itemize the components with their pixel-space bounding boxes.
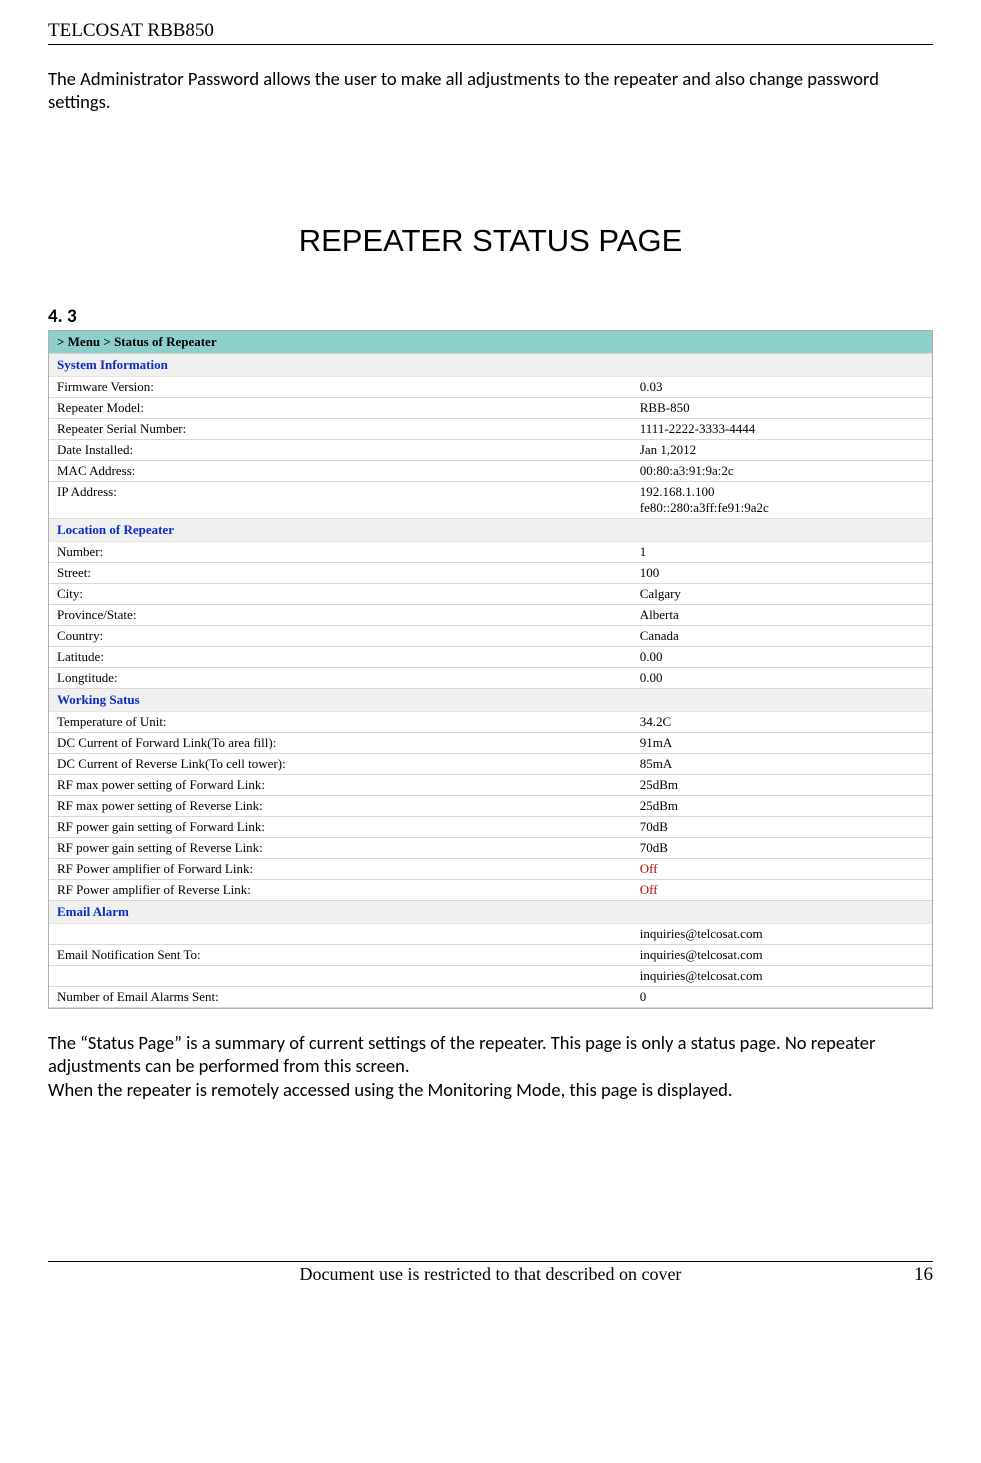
- body-p1: The “Status Page” is a summary of curren…: [48, 1031, 933, 1077]
- row-label: RF power gain setting of Reverse Link:: [49, 838, 632, 859]
- row-value: 1111-2222-3333-4444: [632, 419, 932, 440]
- row-value: 0.03: [632, 377, 932, 398]
- row-label: RF Power amplifier of Forward Link:: [49, 859, 632, 880]
- row-label: Latitude:: [49, 647, 632, 668]
- table-row: Latitude:0.00: [49, 647, 932, 668]
- row-value: 0: [632, 987, 932, 1008]
- table-row: Number of Email Alarms Sent:0: [49, 987, 932, 1008]
- row-value: 0.00: [632, 647, 932, 668]
- row-label: RF power gain setting of Forward Link:: [49, 817, 632, 838]
- row-label: Longtitude:: [49, 668, 632, 689]
- table-row: RF Power amplifier of Reverse Link:Off: [49, 880, 932, 901]
- section-header: Working Satus: [49, 689, 932, 712]
- table-row: RF Power amplifier of Forward Link:Off: [49, 859, 932, 880]
- row-value: 25dBm: [632, 775, 932, 796]
- row-value: 00:80:a3:91:9a:2c: [632, 461, 932, 482]
- row-label: Province/State:: [49, 605, 632, 626]
- table-row: RF power gain setting of Reverse Link:70…: [49, 838, 932, 859]
- row-value: Calgary: [632, 584, 932, 605]
- table-row: Email Notification Sent To:inquiries@tel…: [49, 945, 932, 966]
- section-header: Email Alarm: [49, 901, 932, 924]
- table-row: Date Installed:Jan 1,2012: [49, 440, 932, 461]
- row-label: MAC Address:: [49, 461, 632, 482]
- page-number: 16: [893, 1264, 933, 1286]
- table-row: RF power gain setting of Forward Link:70…: [49, 817, 932, 838]
- row-label: Repeater Model:: [49, 398, 632, 419]
- table-row: Number:1: [49, 542, 932, 563]
- row-label: DC Current of Reverse Link(To cell tower…: [49, 754, 632, 775]
- table-row: inquiries@telcosat.com: [49, 924, 932, 945]
- row-value: inquiries@telcosat.com: [632, 966, 932, 987]
- row-label: Street:: [49, 563, 632, 584]
- table-row: RF max power setting of Reverse Link:25d…: [49, 796, 932, 817]
- row-label: IP Address:: [49, 482, 632, 519]
- table-row: City:Calgary: [49, 584, 932, 605]
- row-value: Off: [632, 880, 932, 901]
- table-row: Longtitude:0.00: [49, 668, 932, 689]
- row-label: Email Notification Sent To:: [49, 945, 632, 966]
- row-value: Canada: [632, 626, 932, 647]
- row-value: 70dB: [632, 838, 932, 859]
- status-screenshot: > Menu > Status of Repeater System Infor…: [48, 330, 933, 1009]
- status-table: System InformationFirmware Version:0.03R…: [49, 354, 932, 1008]
- row-value: 91mA: [632, 733, 932, 754]
- row-value: RBB-850: [632, 398, 932, 419]
- row-label: City:: [49, 584, 632, 605]
- row-label: Country:: [49, 626, 632, 647]
- intro-paragraph: The Administrator Password allows the us…: [48, 67, 933, 113]
- row-value: Alberta: [632, 605, 932, 626]
- table-row: Firmware Version:0.03: [49, 377, 932, 398]
- row-value: 85mA: [632, 754, 932, 775]
- page-title: REPEATER STATUS PAGE: [48, 223, 933, 259]
- row-label: Number of Email Alarms Sent:: [49, 987, 632, 1008]
- row-value: 34.2C: [632, 712, 932, 733]
- table-row: IP Address:192.168.1.100fe80::280:a3ff:f…: [49, 482, 932, 519]
- page-footer: Document use is restricted to that descr…: [48, 1261, 933, 1286]
- table-row: Temperature of Unit:34.2C: [49, 712, 932, 733]
- table-row: Repeater Model:RBB-850: [49, 398, 932, 419]
- table-row: inquiries@telcosat.com: [49, 966, 932, 987]
- body-p2: When the repeater is remotely accessed u…: [48, 1078, 933, 1101]
- table-row: Province/State:Alberta: [49, 605, 932, 626]
- product-name: TELCOSAT RBB850: [48, 20, 214, 41]
- footer-text: Document use is restricted to that descr…: [88, 1264, 893, 1285]
- row-label: DC Current of Forward Link(To area fill)…: [49, 733, 632, 754]
- table-row: Street:100: [49, 563, 932, 584]
- section-number: 4. 3: [48, 305, 933, 328]
- row-label: RF Power amplifier of Reverse Link:: [49, 880, 632, 901]
- row-value: 100: [632, 563, 932, 584]
- row-label: [49, 924, 632, 945]
- table-row: Repeater Serial Number:1111-2222-3333-44…: [49, 419, 932, 440]
- row-label: Temperature of Unit:: [49, 712, 632, 733]
- row-label: Number:: [49, 542, 632, 563]
- row-value: 0.00: [632, 668, 932, 689]
- doc-header: TELCOSAT RBB850: [48, 20, 933, 45]
- row-value: 192.168.1.100fe80::280:a3ff:fe91:9a2c: [632, 482, 932, 519]
- row-value: Jan 1,2012: [632, 440, 932, 461]
- table-row: DC Current of Reverse Link(To cell tower…: [49, 754, 932, 775]
- row-value: inquiries@telcosat.com: [632, 924, 932, 945]
- row-label: Repeater Serial Number:: [49, 419, 632, 440]
- row-value: Off: [632, 859, 932, 880]
- table-row: Country:Canada: [49, 626, 932, 647]
- body-paragraphs: The “Status Page” is a summary of curren…: [48, 1031, 933, 1100]
- section-header: System Information: [49, 354, 932, 377]
- row-value: 70dB: [632, 817, 932, 838]
- table-row: DC Current of Forward Link(To area fill)…: [49, 733, 932, 754]
- section-header: Location of Repeater: [49, 519, 932, 542]
- table-row: MAC Address:00:80:a3:91:9a:2c: [49, 461, 932, 482]
- row-label: RF max power setting of Forward Link:: [49, 775, 632, 796]
- row-label: [49, 966, 632, 987]
- breadcrumb: > Menu > Status of Repeater: [49, 331, 932, 354]
- row-label: Date Installed:: [49, 440, 632, 461]
- row-label: Firmware Version:: [49, 377, 632, 398]
- table-row: RF max power setting of Forward Link:25d…: [49, 775, 932, 796]
- row-value: inquiries@telcosat.com: [632, 945, 932, 966]
- row-label: RF max power setting of Reverse Link:: [49, 796, 632, 817]
- row-value: 1: [632, 542, 932, 563]
- row-value: 25dBm: [632, 796, 932, 817]
